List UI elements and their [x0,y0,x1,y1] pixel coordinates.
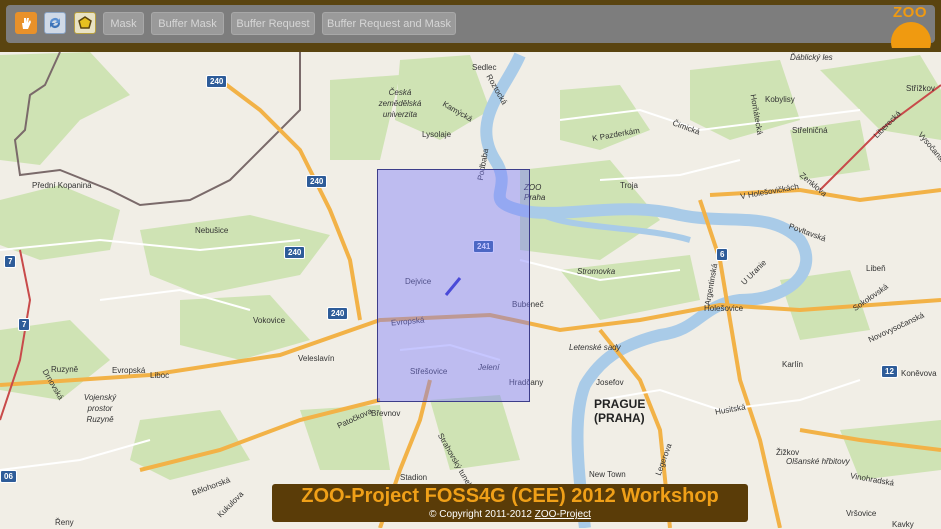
zoo-project-link[interactable]: ZOO-Project [535,509,591,520]
road-shield-240: 240 [206,75,228,88]
map-label-liboc: Liboc [150,371,170,380]
map-label-vojensky-prostor: Vojenský prostor Ruzyně [83,393,117,424]
map-label-konevova: Koněvova [901,369,937,378]
footer-title: ZOO-Project FOSS4G (CEE) 2012 Workshop [301,485,719,507]
selection-polygon[interactable] [377,169,530,402]
map-label-lysolaje: Lysolaje [422,130,452,139]
road-shield-240: 240 [327,307,349,320]
map-label-liben: Libeň [866,264,886,273]
map-label-ruzyne: Ruzyně [51,365,79,374]
logo-text: ZOO [893,4,927,21]
zoo-logo: ZOO [889,0,935,48]
map-label-letenske-sady: Letenské sady [569,343,621,352]
map-label-dablicky-les: Ďáblický les [790,53,833,62]
map-label-zizkov: Žižkov [776,448,800,457]
map-label-sedlec: Sedlec [472,63,497,72]
map-label-strelnicna: Střelničná [792,126,828,135]
hand-pan-icon[interactable] [15,12,37,34]
buffer-request-and-mask-button[interactable]: Buffer Request and Mask [322,12,456,35]
map-label-josefov: Josefov [596,378,624,387]
road-shield-7: 7 [18,318,31,331]
road-shield-240: 240 [306,175,328,188]
toolbar: Mask Buffer Mask Buffer Request Buffer R… [0,0,941,52]
map-label-kobylisy: Kobylisy [765,95,795,104]
map-label-prague: PRAGUE (PRAHA) [594,397,646,425]
footer-copyright: © Copyright 2011-2012 ZOO-Project [272,509,748,520]
map-label-stromovka: Stromovka [577,267,616,276]
mask-button[interactable]: Mask [103,12,144,35]
logo-sun-icon [891,22,931,48]
road-shield-6: 6 [716,248,729,261]
map-label-veleslavin: Veleslavín [298,354,335,363]
map-label-holesovice: Holešovice [704,304,744,313]
map-label-nebusice: Nebušice [195,226,229,235]
selection-stroke [444,277,462,296]
footer-banner: ZOO-Project FOSS4G (CEE) 2012 Workshop ©… [272,484,748,522]
buffer-request-button[interactable]: Buffer Request [231,12,315,35]
map-label-stadion: Stadion [400,473,428,482]
road-shield-06: 06 [0,470,17,483]
map-label-karlin: Karlín [782,360,803,369]
map-label-university: Česká zemědělská univerzita [378,88,422,119]
road-shield-240: 240 [284,246,306,259]
road-shield-7: 7 [4,255,17,268]
buffer-mask-button[interactable]: Buffer Mask [151,12,224,35]
map-label-predni-kopanina: Přední Kopanina [32,181,92,190]
map-label-new-town: New Town [589,470,626,479]
map-label-reny: Řeny [55,518,74,527]
toolbar-panel: Mask Buffer Mask Buffer Request Buffer R… [6,5,935,43]
map-label-vrsovice: Vršovice [846,509,877,518]
map-label-strizkov: Střížkov [906,84,935,93]
map-label-olsanske: Olšanské hřbitovy [786,457,850,466]
copyright-text: © Copyright 2011-2012 [429,509,535,520]
polygon-select-icon[interactable] [74,12,96,34]
refresh-icon[interactable] [44,12,66,34]
map-label-troja: Troja [620,181,638,190]
map-label-brevnov: Břevnov [371,409,401,418]
road-shield-12: 12 [881,365,898,378]
map-label-evropska-west: Evropská [112,366,146,375]
map-label-vokovice: Vokovice [253,316,286,325]
